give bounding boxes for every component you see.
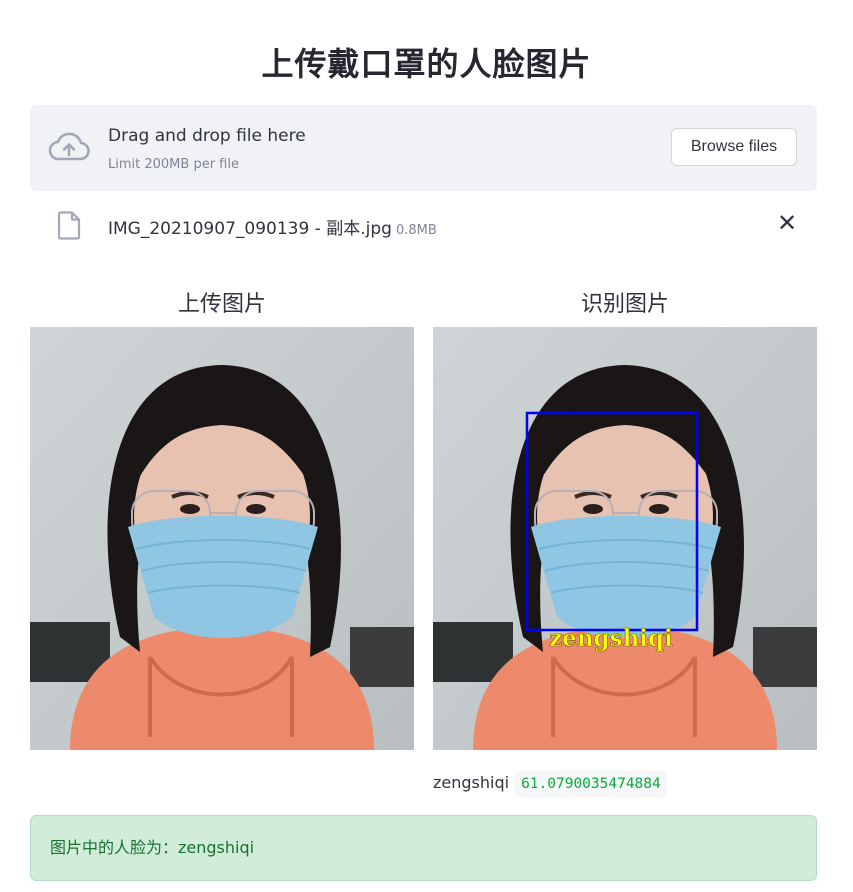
recognition-result: zengshiqi 61.0790035474884	[433, 770, 667, 797]
file-size: 0.8MB	[395, 223, 437, 238]
recognized-image-title: 识别图片	[580, 292, 669, 317]
page-title: 上传戴口罩的人脸图片	[261, 45, 592, 84]
browse-files-button[interactable]: Browse files	[671, 128, 797, 166]
file-dropzone[interactable]: Drag and drop file here Limit 200MB per …	[30, 105, 817, 191]
result-score: 61.0790035474884	[515, 771, 667, 797]
file-name-text: IMG_20210907_090139 - 副本.jpg	[108, 219, 392, 239]
file-name: IMG_20210907_090139 - 副本.jpg 0.8MB	[108, 214, 437, 239]
uploaded-image	[30, 327, 414, 750]
cloud-upload-icon	[48, 132, 90, 161]
uploaded-file-row: IMG_20210907_090139 - 副本.jpg 0.8MB ✕	[30, 205, 817, 245]
face-detection-label: zengshiqi	[549, 625, 673, 652]
dropzone-limit: Limit 200MB per file	[108, 157, 239, 172]
recognized-image: zengshiqi	[433, 327, 817, 750]
result-name: zengshiqi	[433, 773, 510, 792]
close-icon[interactable]: ✕	[776, 209, 798, 237]
success-alert: 图片中的人脸为：zengshiqi	[30, 815, 817, 881]
uploaded-image-title: 上传图片	[177, 292, 266, 317]
dropzone-instructions: Drag and drop file here	[108, 126, 306, 146]
file-icon	[57, 211, 81, 240]
